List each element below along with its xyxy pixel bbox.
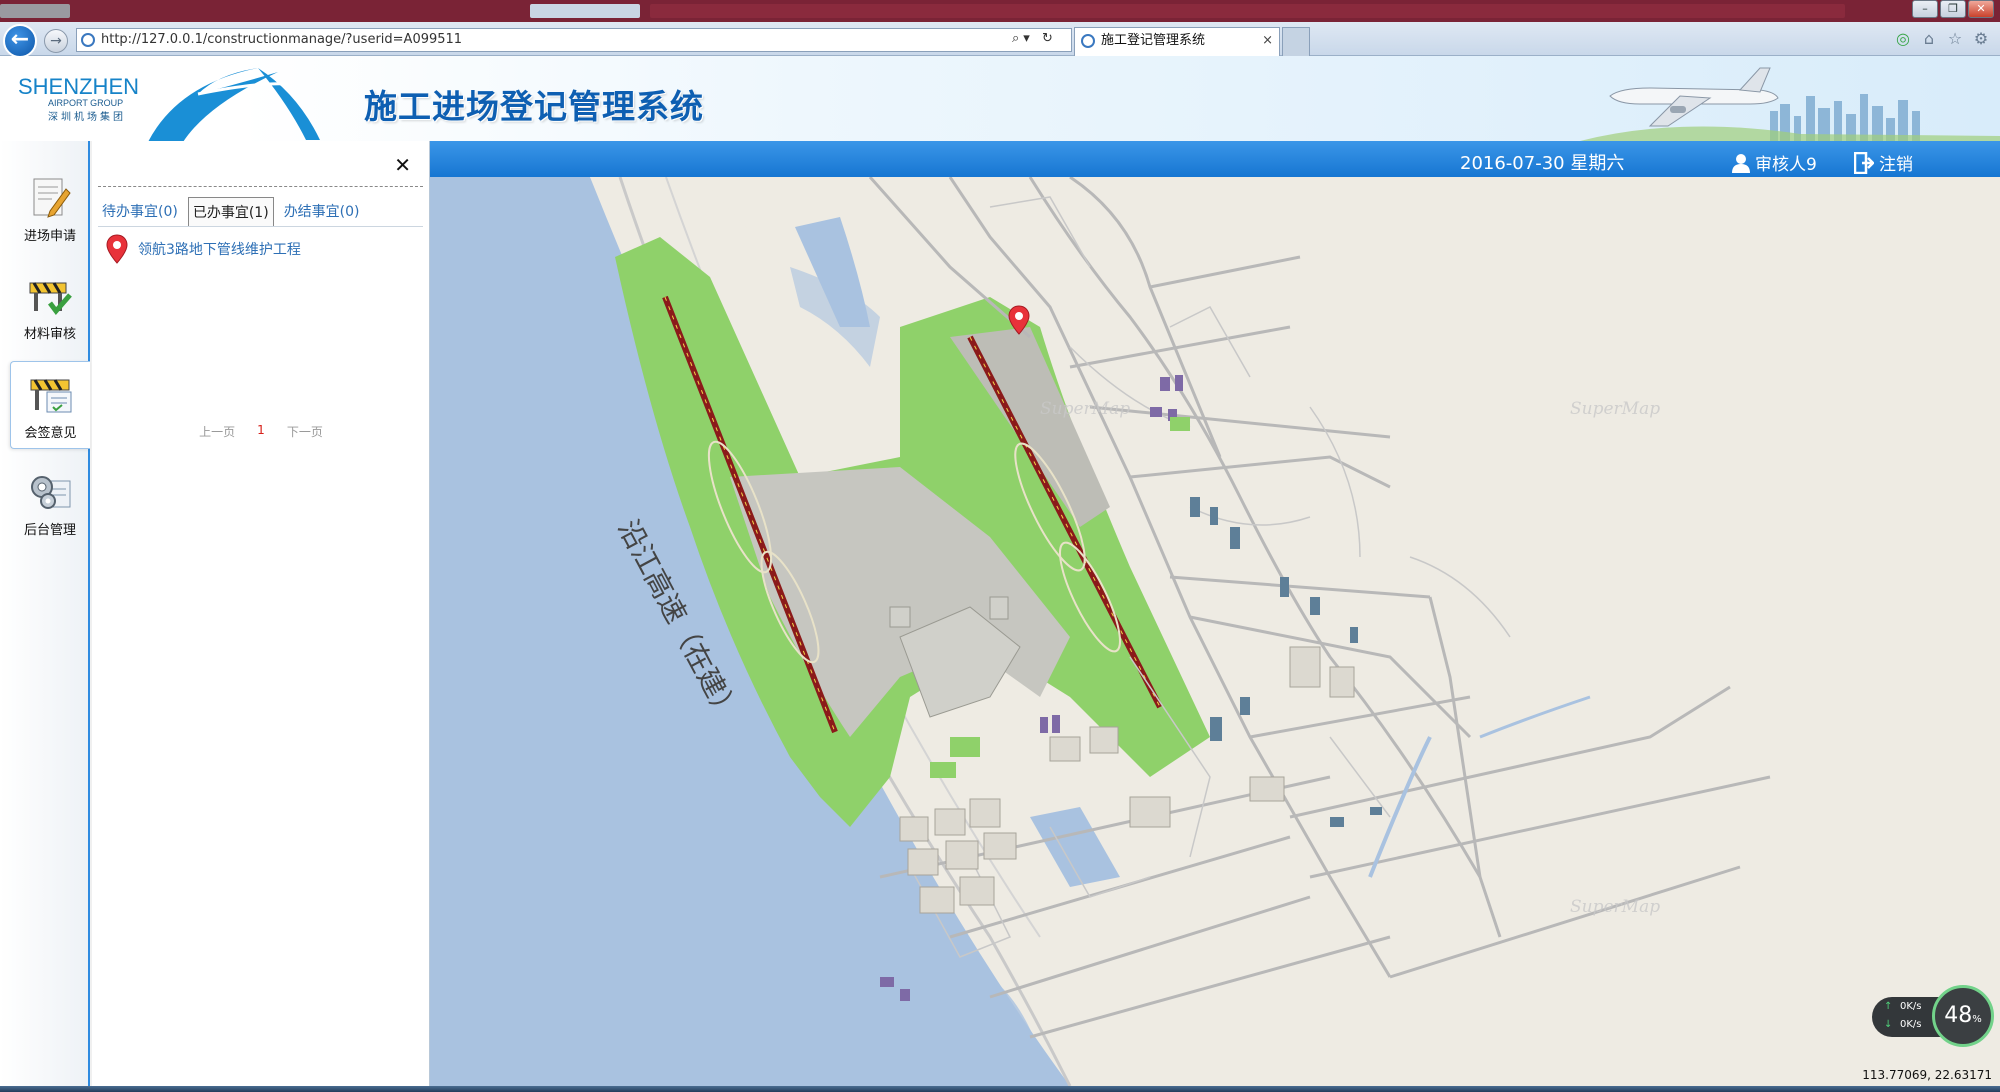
logout-icon <box>1854 151 1874 174</box>
form-edit-icon <box>33 178 71 218</box>
app-header: SHENZHEN AIRPORT GROUP 深圳机场集团 施工进场登记管理系统 <box>0 56 2000 142</box>
sidebar-item-label: 会签意见 <box>24 426 77 441</box>
sidebar-item-label: 材料审核 <box>23 327 76 342</box>
memory-percent-unit: % <box>1972 1014 1982 1025</box>
memory-percent: 48 <box>1944 1003 1973 1028</box>
network-speed-widget[interactable]: ↑ 0K/s ↓ 0K/s 48% <box>1872 985 1994 1047</box>
tab-pending[interactable]: 待办事宜(0) <box>98 197 182 227</box>
url-input[interactable]: http://127.0.0.1/constructionmanage/?use… <box>76 28 1072 52</box>
page-icon <box>81 33 95 47</box>
sidebar-item-label: 进场申请 <box>23 229 76 244</box>
gear-icon[interactable]: ⚙ <box>1972 30 1990 48</box>
user-icon <box>1732 153 1750 173</box>
panel-divider <box>98 186 423 187</box>
minimize-icon[interactable]: – <box>1912 0 1938 18</box>
task-panel: ✕ 待办事宜(0) 已办事宜(1) 办结事宜(0) 领航3路地下管线维护工程 上… <box>92 141 430 1086</box>
window-title-bar: – ❐ ✕ <box>0 0 2000 22</box>
list-item[interactable]: 领航3路地下管线维护工程 <box>106 234 301 264</box>
title-bar-blur <box>0 4 70 18</box>
url-text: http://127.0.0.1/constructionmanage/?use… <box>101 32 463 47</box>
pagination: 上一页 1 下一页 <box>92 423 430 440</box>
user-name: 审核人9 <box>1755 155 1817 175</box>
refresh-circle-icon[interactable]: ◎ <box>1894 30 1912 48</box>
barrier-check-icon <box>29 282 72 315</box>
tab-title: 施工登记管理系统 <box>1101 33 1206 48</box>
tab-completed[interactable]: 办结事宜(0) <box>280 197 364 227</box>
sidebar-item-backend-management[interactable]: 后台管理 <box>10 459 90 547</box>
title-bar-blur <box>650 4 1845 18</box>
supermap-watermark: SuperMap <box>1040 399 1131 419</box>
current-user[interactable]: 审核人9 <box>1732 150 1817 175</box>
supermap-watermark: SuperMap <box>1570 399 1661 419</box>
favorites-star-icon[interactable]: ☆ <box>1946 30 1964 48</box>
sidebar-item-entry-application[interactable]: 进场申请 <box>10 165 90 253</box>
prev-page-link[interactable]: 上一页 <box>199 423 235 440</box>
back-button[interactable]: ← <box>3 24 37 58</box>
maximize-icon[interactable]: ❐ <box>1940 0 1966 18</box>
map-top-bar: 2016-07-30 星期六 审核人9 注销 <box>430 141 2000 177</box>
sidebar-item-material-review[interactable]: 材料审核 <box>10 263 90 351</box>
location-pin-icon <box>106 234 128 264</box>
address-bar: ← → http://127.0.0.1/constructionmanage/… <box>0 22 2000 58</box>
sidebar-item-label: 后台管理 <box>23 523 76 538</box>
forward-button[interactable]: → <box>44 29 68 53</box>
tab-close-icon[interactable]: × <box>1262 28 1273 54</box>
map-canvas[interactable]: 沿江高速（在建） SuperMap SuperMap SuperMap ↑ 0K… <box>430 177 2000 1086</box>
browser-toolbar: ◎ ⌂ ☆ ⚙ <box>1894 30 1990 48</box>
tabs-underline <box>98 226 423 227</box>
sidebar: 进场申请 材料审核 会签意见 后台管理 <box>0 141 90 1086</box>
next-page-link[interactable]: 下一页 <box>287 423 323 440</box>
airport-logo-icon <box>148 68 320 142</box>
close-icon[interactable]: ✕ <box>394 153 411 177</box>
airplane-skyline-icon <box>1580 67 2000 141</box>
task-tabs: 待办事宜(0) 已办事宜(1) 办结事宜(0) <box>98 197 364 227</box>
upload-speed: 0K/s <box>1900 1001 1922 1012</box>
logo-chinese: 深圳机场集团 <box>48 112 126 123</box>
task-item-title[interactable]: 领航3路地下管线维护工程 <box>138 239 301 259</box>
sidebar-item-countersign-opinion[interactable]: 会签意见 <box>10 361 90 449</box>
current-page[interactable]: 1 <box>257 423 265 440</box>
current-date: 2016-07-30 星期六 <box>1460 153 1625 174</box>
home-icon[interactable]: ⌂ <box>1920 30 1938 48</box>
logout-button[interactable]: 注销 <box>1854 150 1913 175</box>
close-window-icon[interactable]: ✕ <box>1968 0 1994 18</box>
logout-label: 注销 <box>1879 155 1913 175</box>
new-tab-button[interactable] <box>1282 27 1310 56</box>
logo-text: SHENZHEN AIRPORT GROUP 深圳机场集团 <box>18 74 139 123</box>
os-taskbar <box>0 1086 2000 1092</box>
barrier-document-icon <box>30 379 71 413</box>
gears-settings-icon <box>31 476 71 509</box>
memory-usage-dial[interactable]: 48% <box>1932 985 1994 1047</box>
system-title: 施工进场登记管理系统 <box>364 87 704 126</box>
download-arrow-icon: ↓ <box>1884 1019 1893 1030</box>
tab-construction-system[interactable]: 施工登记管理系统 × <box>1074 27 1280 56</box>
title-bar-blur <box>530 4 640 18</box>
supermap-watermark: SuperMap <box>1570 897 1661 917</box>
logo-english: SHENZHEN <box>18 74 140 99</box>
tab-page-icon <box>1081 34 1095 48</box>
download-speed: 0K/s <box>1900 1019 1922 1030</box>
map-coordinates: 113.77069, 22.63171 <box>1862 1068 1992 1082</box>
upload-arrow-icon: ↑ <box>1884 1001 1893 1012</box>
url-tools[interactable]: ⌕▾ ↻ <box>1012 31 1057 46</box>
tab-handled[interactable]: 已办事宜(1) <box>187 197 274 227</box>
window-controls: – ❐ ✕ <box>1912 0 2000 20</box>
